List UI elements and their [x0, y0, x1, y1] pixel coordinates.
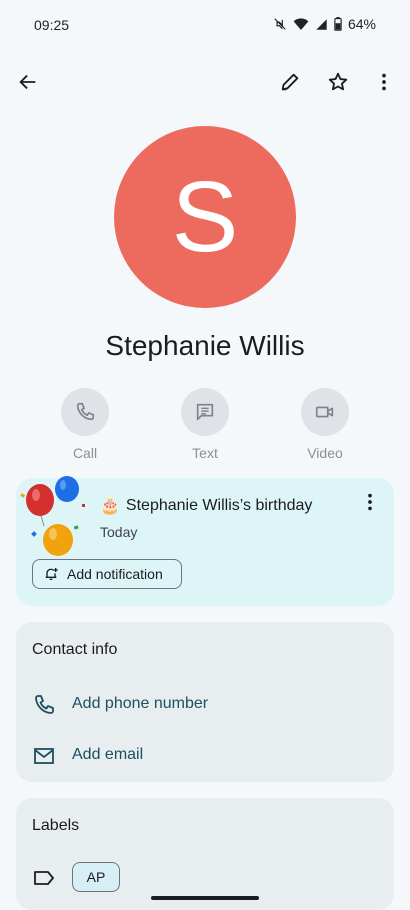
wifi-icon: [293, 17, 309, 31]
more-vert-icon: [382, 73, 386, 91]
birthday-title: 🎂 Stephanie Willis’s birthday: [100, 496, 312, 516]
message-icon: [196, 403, 214, 421]
email-icon: [34, 748, 54, 764]
more-vert-icon: [368, 493, 372, 511]
more-options-button[interactable]: [364, 62, 404, 102]
add-notification-label: Add notification: [67, 566, 163, 582]
contact-name: Stephanie Willis: [105, 330, 305, 361]
text-button[interactable]: [181, 388, 229, 436]
status-time: 09:25: [34, 17, 70, 33]
status-bar: 09:25 64%: [0, 0, 410, 50]
text-action[interactable]: Text: [160, 388, 250, 461]
add-email-label: Add email: [72, 746, 144, 763]
back-button[interactable]: [8, 62, 48, 102]
birthday-more-button[interactable]: [350, 482, 390, 522]
avatar: S: [114, 126, 296, 308]
text-label: Text: [192, 445, 218, 461]
video-action[interactable]: Video: [280, 388, 370, 461]
birthday-date: Today: [100, 524, 138, 540]
balloons-illustration: [20, 476, 85, 556]
cake-emoji: 🎂: [100, 498, 120, 515]
edit-button[interactable]: [270, 62, 310, 102]
add-alert-icon: [45, 568, 58, 580]
phone-icon: [35, 695, 54, 714]
label-chip[interactable]: AP: [72, 862, 120, 892]
star-icon: [328, 72, 348, 91]
add-phone-row[interactable]: Add phone number: [30, 692, 370, 718]
favorite-button[interactable]: [318, 62, 358, 102]
phone-icon: [76, 402, 95, 421]
avatar-initial: S: [171, 161, 239, 273]
add-email-row[interactable]: Add email: [30, 743, 370, 769]
labels-title: Labels: [32, 817, 80, 834]
signal-icon: [315, 18, 328, 31]
arrow-back-icon: [19, 74, 36, 90]
call-label: Call: [72, 445, 98, 461]
status-icons: 64%: [273, 16, 376, 32]
add-notification-button[interactable]: Add notification: [32, 559, 182, 589]
call-button[interactable]: [61, 388, 109, 436]
labels-card: [16, 798, 394, 910]
mute-icon: [273, 17, 287, 31]
call-action[interactable]: Call: [40, 388, 130, 461]
battery-percent: 64%: [347, 16, 376, 32]
battery-icon: [334, 17, 342, 31]
home-indicator: [151, 896, 259, 900]
video-label: Video: [307, 445, 343, 461]
birthday-title-text: Stephanie Willis’s birthday: [125, 497, 313, 514]
add-phone-label: Add phone number: [72, 695, 209, 712]
video-icon: [315, 406, 334, 418]
pencil-icon: [281, 73, 299, 91]
label-icon: [34, 871, 54, 885]
contact-info-title: Contact info: [32, 641, 118, 658]
video-button[interactable]: [301, 388, 349, 436]
